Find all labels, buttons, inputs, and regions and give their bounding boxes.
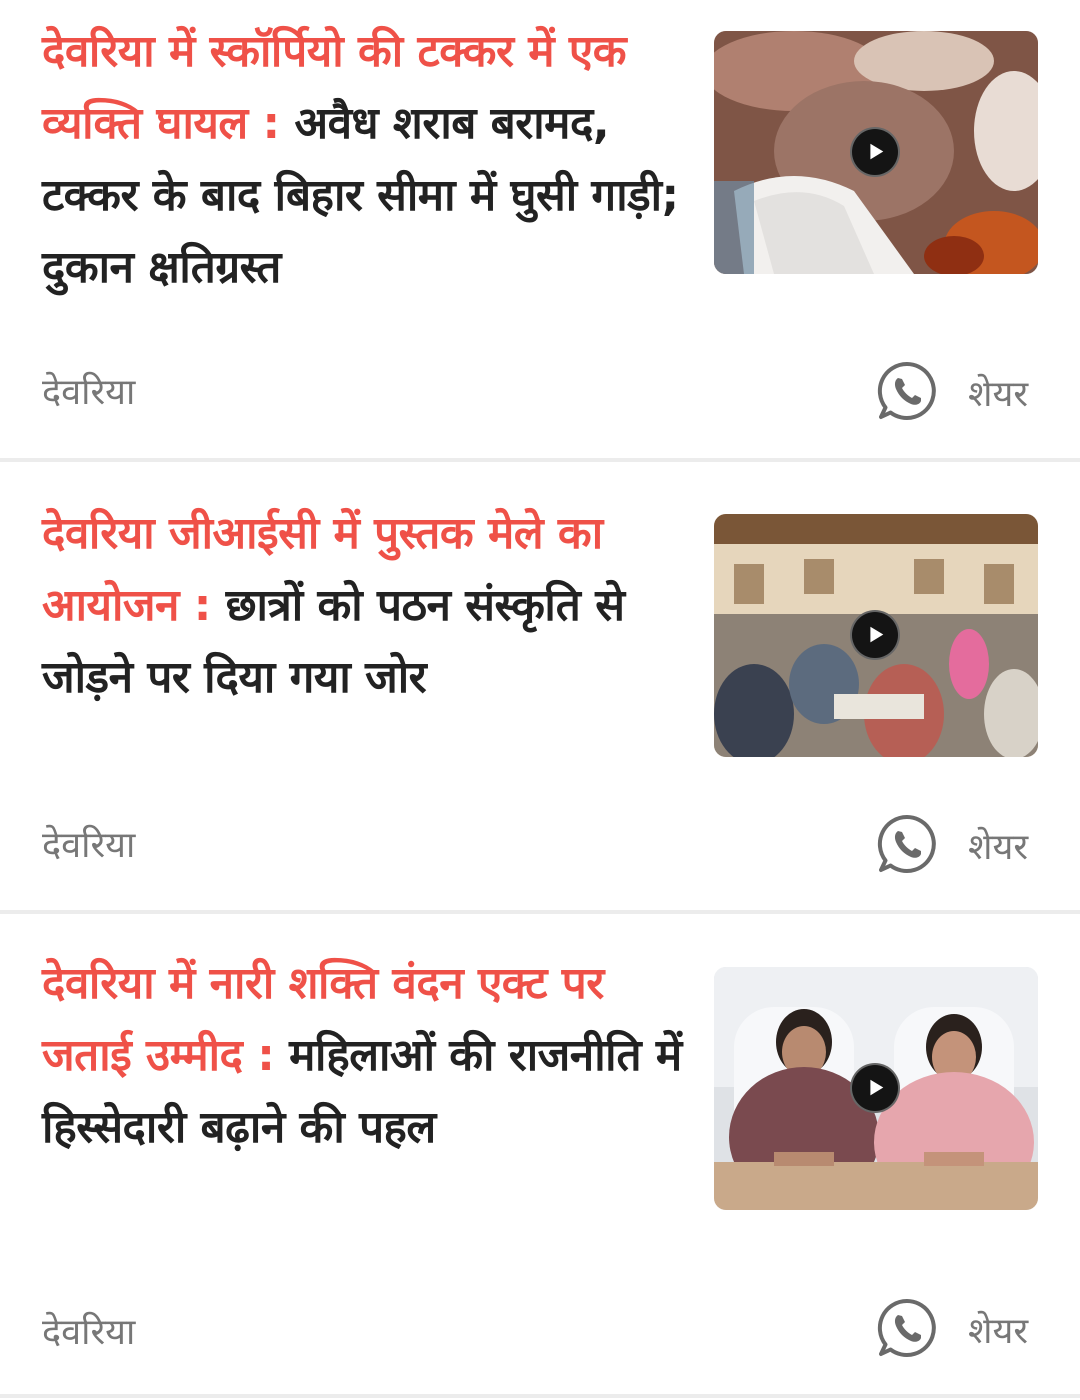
play-icon xyxy=(850,127,900,177)
article-card[interactable]: देवरिया जीआईसी में पुस्तक मेले का आयोजन … xyxy=(0,462,1080,912)
play-icon xyxy=(850,1063,900,1113)
share-label: शेयर xyxy=(968,1311,1029,1352)
article-card[interactable]: देवरिया में नारी शक्ति वंदन एक्ट पर जताई… xyxy=(0,914,1080,1400)
news-feed: देवरिया में स्कॉर्पियो की टक्कर में एक व… xyxy=(0,0,1080,1400)
play-icon xyxy=(850,610,900,660)
article-thumbnail[interactable] xyxy=(714,967,1038,1210)
article-category[interactable]: देवरिया xyxy=(42,819,135,868)
whatsapp-icon xyxy=(877,361,936,420)
article-headline[interactable]: देवरिया जीआईसी में पुस्तक मेले का आयोजन … xyxy=(42,498,687,714)
share-button[interactable]: शेयर xyxy=(876,813,1046,877)
whatsapp-icon xyxy=(877,1298,936,1357)
article-headline[interactable]: देवरिया में स्कॉर्पियो की टक्कर में एक व… xyxy=(42,16,687,304)
share-label: शेयर xyxy=(968,374,1029,415)
article-category[interactable]: देवरिया xyxy=(42,366,135,415)
article-thumbnail[interactable] xyxy=(714,514,1038,757)
article-card[interactable]: देवरिया में स्कॉर्पियो की टक्कर में एक व… xyxy=(0,0,1080,460)
share-label: शेयर xyxy=(968,827,1029,868)
divider xyxy=(0,1394,1080,1398)
article-category[interactable]: देवरिया xyxy=(42,1306,135,1355)
share-button[interactable]: शेयर xyxy=(876,360,1046,424)
share-button[interactable]: शेयर xyxy=(876,1297,1046,1361)
whatsapp-icon xyxy=(877,814,936,873)
article-headline[interactable]: देवरिया में नारी शक्ति वंदन एक्ट पर जताई… xyxy=(42,948,687,1164)
article-thumbnail[interactable] xyxy=(714,31,1038,274)
